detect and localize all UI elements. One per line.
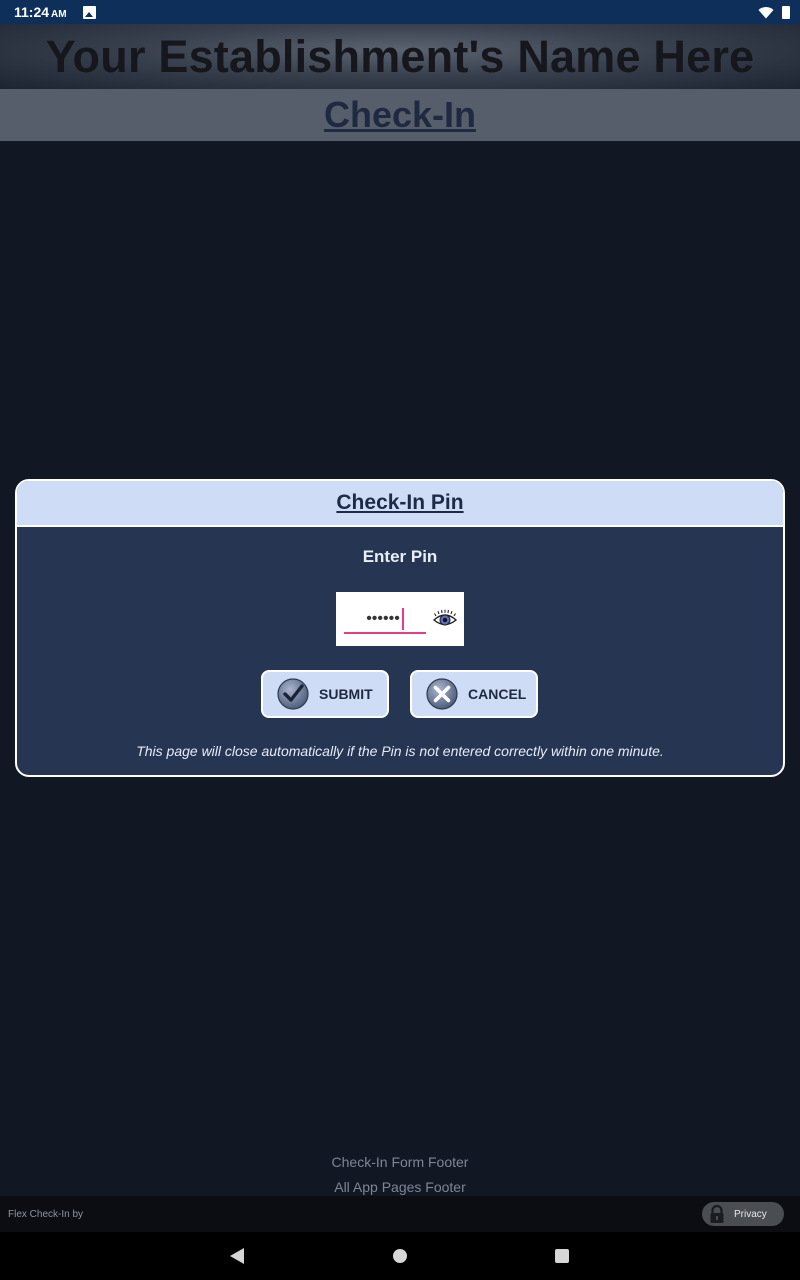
enter-pin-label: Enter Pin [362, 547, 438, 566]
battery-icon [782, 5, 790, 19]
app-footer: All App Pages Footer [334, 1179, 466, 1195]
page-title: Check-In [323, 94, 477, 135]
status-time-ampm: AM [51, 9, 67, 20]
status-left: 11:24 AM [14, 4, 96, 20]
back-icon[interactable] [230, 1248, 244, 1264]
checkmark-circle-icon [277, 678, 309, 710]
x-circle-icon [426, 678, 458, 710]
system-nav-bar [0, 1232, 800, 1280]
wifi-icon [758, 6, 774, 19]
eye-icon[interactable] [432, 607, 458, 631]
timeout-notice: This page will close automatically if th… [136, 743, 664, 759]
app-screen: 11:24 AM Your Establishment's Name Here C… [0, 0, 800, 1280]
brand-text: Flex Check-In by [8, 1208, 84, 1220]
establishment-name: Your Establishment's Name Here [45, 30, 755, 82]
cancel-button[interactable]: CANCEL [410, 670, 538, 718]
pin-dialog-title: Check-In Pin [336, 491, 464, 514]
recents-icon[interactable] [555, 1249, 569, 1263]
privacy-button[interactable]: Privacy [702, 1202, 784, 1226]
pin-dialog-header: Check-In Pin [17, 481, 783, 527]
submit-button[interactable]: SUBMIT [261, 670, 389, 718]
cancel-button-label: CANCEL [468, 686, 527, 702]
home-icon[interactable] [393, 1249, 407, 1263]
lock-icon [710, 1204, 724, 1223]
status-time: 11:24 AM [14, 4, 67, 20]
status-bar: 11:24 AM [0, 0, 800, 24]
image-notification-icon [82, 5, 96, 19]
page-subheader: Check-In [0, 89, 800, 141]
pin-field-container: •••••• [336, 592, 464, 646]
pin-dialog: Check-In Pin Enter Pin •••••• SUBMIT CAN… [15, 479, 785, 777]
submit-button-label: SUBMIT [319, 686, 373, 702]
pin-input[interactable] [344, 604, 426, 634]
form-footer: Check-In Form Footer [331, 1154, 469, 1170]
status-time-value: 11:24 [14, 4, 50, 20]
status-right [758, 5, 790, 19]
branding-bar: Flex Check-In by Privacy [0, 1196, 800, 1232]
privacy-label: Privacy [734, 1208, 767, 1220]
app-header: Your Establishment's Name Here [0, 24, 800, 89]
